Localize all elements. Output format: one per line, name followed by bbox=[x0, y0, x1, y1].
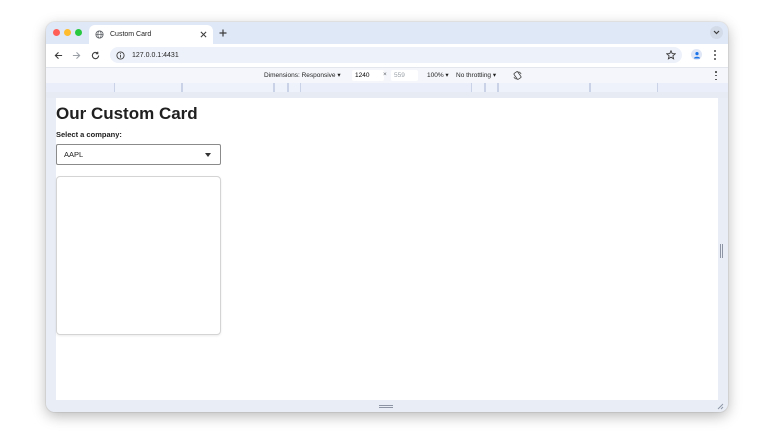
browser-toolbar: 127.0.0.1:4431 bbox=[46, 44, 728, 67]
close-tab-icon[interactable] bbox=[197, 29, 209, 41]
media-query-segment[interactable] bbox=[590, 83, 658, 92]
caret-down-icon bbox=[205, 152, 211, 157]
media-query-segment[interactable] bbox=[288, 83, 301, 92]
tab-title: Custom Card bbox=[110, 31, 152, 38]
forward-arrow-icon[interactable] bbox=[71, 50, 81, 60]
info-icon[interactable] bbox=[116, 50, 125, 60]
media-query-segment[interactable] bbox=[182, 83, 274, 92]
tab-custom-card[interactable]: Custom Card bbox=[89, 25, 213, 44]
resize-corner-icon[interactable] bbox=[716, 402, 724, 410]
throttling-dropdown[interactable]: No throttling ▾ bbox=[456, 71, 496, 79]
page-viewport: Our Custom Card Select a company: AAPL bbox=[56, 98, 718, 400]
tab-strip: Custom Card bbox=[46, 22, 728, 44]
address-bar[interactable]: 127.0.0.1:4431 bbox=[110, 47, 682, 63]
minimize-window-button[interactable] bbox=[64, 29, 71, 36]
profile-icon[interactable] bbox=[691, 49, 702, 60]
reload-icon[interactable] bbox=[90, 50, 100, 60]
times-separator: × bbox=[383, 71, 387, 78]
media-query-segment[interactable] bbox=[114, 83, 182, 92]
media-query-segment[interactable] bbox=[471, 83, 485, 92]
left-gutter bbox=[46, 98, 56, 400]
zoom-label: 100% bbox=[427, 72, 444, 79]
zoom-dropdown[interactable]: 100% ▾ bbox=[427, 71, 449, 79]
url-text: 127.0.0.1:4431 bbox=[132, 51, 179, 59]
new-tab-icon[interactable] bbox=[217, 27, 229, 39]
globe-icon bbox=[95, 30, 104, 39]
dimensions-label: Dimensions: Responsive bbox=[264, 72, 336, 79]
browser-menu-icon[interactable] bbox=[712, 49, 718, 61]
bottom-resize-bar bbox=[46, 400, 728, 412]
device-toolbar: Dimensions: Responsive ▾ 1240 × 559 100%… bbox=[46, 67, 728, 83]
throttling-label: No throttling bbox=[456, 72, 492, 79]
select-value: AAPL bbox=[64, 150, 84, 159]
dimensions-dropdown[interactable]: Dimensions: Responsive ▾ bbox=[264, 71, 341, 79]
resize-handle-right[interactable] bbox=[720, 244, 723, 258]
media-query-segment[interactable] bbox=[485, 83, 498, 92]
tab-search-chevron-icon[interactable] bbox=[710, 26, 723, 39]
rotate-icon[interactable] bbox=[513, 71, 522, 80]
width-input[interactable]: 1240 bbox=[352, 70, 384, 81]
back-arrow-icon[interactable] bbox=[53, 50, 63, 60]
select-label: Select a company: bbox=[56, 130, 122, 139]
company-select[interactable]: AAPL bbox=[56, 144, 221, 165]
star-icon[interactable] bbox=[666, 50, 676, 60]
browser-window: Custom Card 127.0.0.1:4431 Dimensions: R… bbox=[46, 22, 728, 412]
media-query-segment[interactable] bbox=[274, 83, 288, 92]
device-toolbar-more-icon[interactable] bbox=[714, 71, 718, 80]
close-window-button[interactable] bbox=[53, 29, 60, 36]
maximize-window-button[interactable] bbox=[75, 29, 82, 36]
height-input[interactable]: 559 bbox=[391, 70, 418, 81]
media-query-segment[interactable] bbox=[498, 83, 590, 92]
resize-handle-bottom[interactable] bbox=[379, 405, 393, 408]
media-query-bar bbox=[46, 83, 728, 92]
custom-card bbox=[56, 176, 221, 335]
page-title: Our Custom Card bbox=[56, 104, 198, 123]
